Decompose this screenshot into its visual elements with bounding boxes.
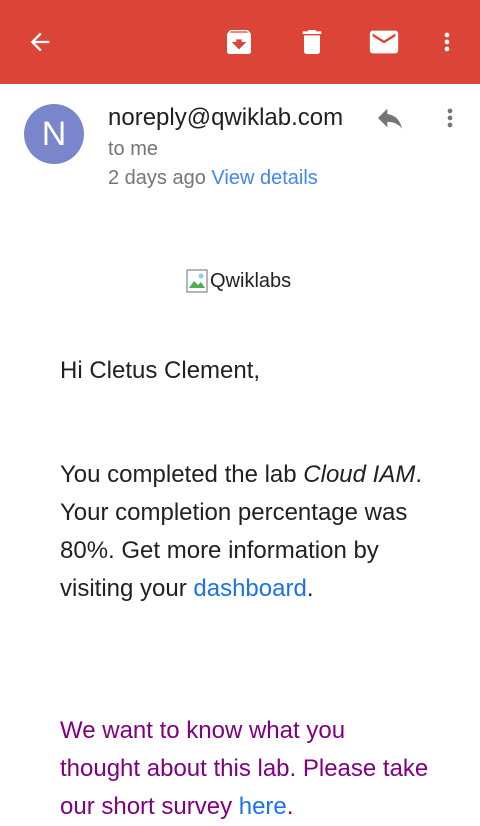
- message-more-button[interactable]: [428, 98, 472, 138]
- arrow-back-icon: [30, 32, 50, 52]
- toolbar: [0, 0, 480, 84]
- timestamp: 2 days ago: [108, 167, 206, 189]
- logo-alt-text: Qwiklabs: [210, 269, 292, 292]
- lab-name: Cloud IAM: [303, 461, 416, 488]
- completion-text-start: You completed the lab: [60, 461, 304, 488]
- delete-button[interactable]: [288, 18, 336, 66]
- recipient-label: to me: [108, 138, 159, 160]
- completion-paragraph: You completed the lab Cloud IAM. Your co…: [60, 456, 430, 608]
- archive-button[interactable]: [215, 18, 263, 66]
- sender-address: noreply@qwiklab.com: [108, 104, 344, 131]
- message-header: N noreply@qwiklab.com to me 2 days ago V…: [0, 84, 480, 204]
- greeting: Hi Cletus Clement,: [60, 357, 261, 384]
- survey-text-end: .: [286, 793, 294, 820]
- view-details-link[interactable]: View details: [211, 167, 317, 189]
- back-button[interactable]: [16, 18, 64, 66]
- reply-button[interactable]: [366, 98, 414, 138]
- avatar[interactable]: N: [24, 104, 84, 164]
- survey-paragraph: We want to know what you thought about t…: [60, 712, 430, 826]
- message-meta: 2 days ago View details: [108, 167, 318, 190]
- completion-text-end: .: [306, 575, 314, 602]
- mail-icon: [369, 30, 399, 54]
- more-vert-icon: [444, 32, 450, 52]
- mark-unread-button[interactable]: [360, 18, 408, 66]
- archive-icon: [227, 30, 251, 54]
- broken-image-icon: [186, 269, 208, 293]
- more-vert-icon: [447, 108, 453, 128]
- reply-icon: [378, 108, 402, 129]
- survey-link[interactable]: here: [239, 793, 287, 820]
- avatar-letter: N: [41, 114, 67, 153]
- dashboard-link[interactable]: dashboard: [193, 575, 306, 602]
- more-options-button[interactable]: [423, 18, 471, 66]
- delete-icon: [302, 30, 322, 54]
- qwiklabs-logo: Qwiklabs: [186, 268, 291, 294]
